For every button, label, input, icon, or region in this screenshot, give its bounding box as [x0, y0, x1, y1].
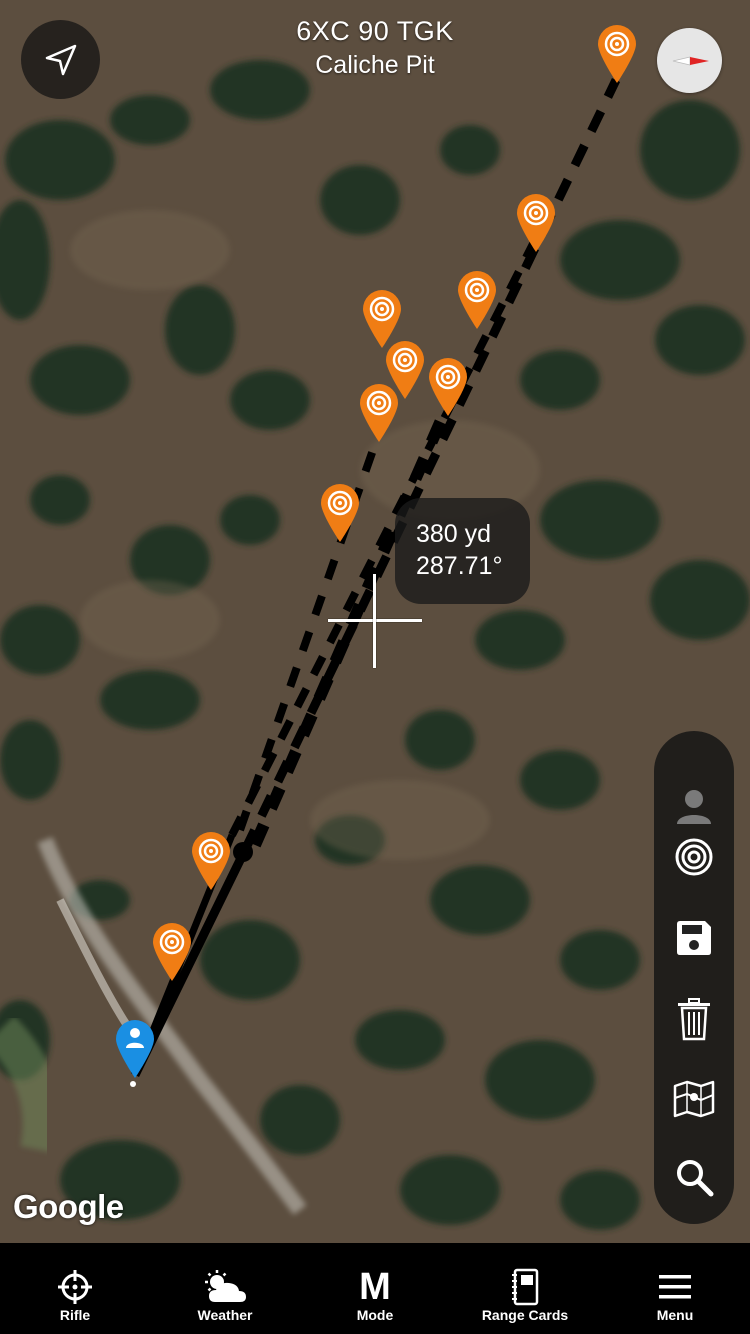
crosshair-icon [58, 1270, 92, 1304]
header-title: 6XC 90 TGK Caliche Pit [0, 16, 750, 80]
toolbar-delete-button[interactable] [654, 989, 734, 1049]
target-pin[interactable] [320, 484, 360, 544]
bottom-tab-bar: Rifle Weather M Mode Range Cards Menu [0, 1243, 750, 1334]
person-icon [677, 790, 711, 824]
satellite-map[interactable]: 6XC 90 TGK Caliche Pit 380 yd 287.71° Go… [0, 0, 750, 1243]
target-pin[interactable] [516, 194, 556, 254]
mode-m-icon: M [359, 1266, 391, 1308]
shooter-location-pin[interactable] [115, 1018, 155, 1094]
tab-range-cards[interactable]: Range Cards [450, 1243, 600, 1334]
target-icon [675, 838, 713, 876]
tab-rifle[interactable]: Rifle [0, 1243, 150, 1334]
tab-menu[interactable]: Menu [600, 1243, 750, 1334]
toolbar-search-button[interactable] [654, 1147, 734, 1207]
map-toolbar [654, 731, 734, 1224]
target-pin[interactable] [597, 25, 637, 85]
map-crosshair [328, 574, 422, 668]
tab-mode[interactable]: M Mode [300, 1243, 450, 1334]
target-pin[interactable] [359, 384, 399, 444]
toolbar-map-button[interactable] [654, 1069, 734, 1129]
range-card-icon [512, 1268, 539, 1306]
range-bearing: 287.71° [416, 552, 503, 580]
map-icon [673, 1080, 715, 1118]
search-icon [677, 1160, 714, 1197]
weather-icon [205, 1270, 246, 1302]
profile-name: 6XC 90 TGK [296, 16, 454, 46]
range-distance: 380 yd [416, 520, 492, 548]
tab-label: Menu [656, 1307, 694, 1323]
hamburger-icon [659, 1275, 691, 1299]
target-pin[interactable] [152, 923, 192, 983]
toolbar-target-button[interactable] [654, 827, 734, 887]
target-pin[interactable] [191, 832, 231, 892]
target-pin[interactable] [457, 271, 497, 331]
trash-icon [678, 998, 710, 1041]
compass-button[interactable] [657, 28, 722, 93]
location-name: Caliche Pit [315, 51, 435, 79]
tab-label: Weather [197, 1307, 253, 1323]
location-arrow-icon [45, 44, 76, 75]
locate-me-button[interactable] [21, 20, 100, 99]
tab-label: Range Cards [481, 1307, 569, 1323]
toolbar-save-button[interactable] [654, 908, 734, 968]
save-icon [677, 921, 711, 955]
tab-label: Rifle [59, 1307, 91, 1323]
compass-needle-icon [672, 55, 709, 66]
target-pin[interactable] [428, 358, 468, 418]
tab-weather[interactable]: Weather [150, 1243, 300, 1334]
tab-label: Mode [356, 1307, 394, 1323]
google-attribution: Google [13, 1188, 124, 1225]
